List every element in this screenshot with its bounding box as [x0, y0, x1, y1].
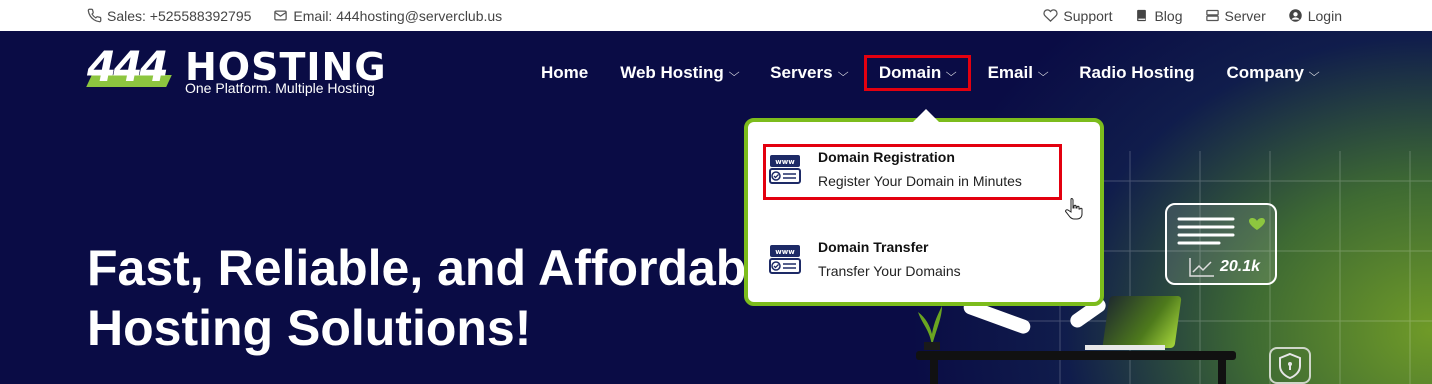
- shield-icon: [1279, 352, 1301, 380]
- hero-headline: Fast, Reliable, and Affordable Hosting S…: [87, 238, 788, 358]
- headline-line-2: Hosting Solutions!: [87, 300, 532, 356]
- domain-dropdown-menu: www Domain Registration Register Your Do…: [744, 109, 1104, 306]
- phone-icon: [87, 8, 102, 23]
- nav-label: Email: [987, 63, 1033, 82]
- nav-company[interactable]: Company ⌵: [1211, 57, 1335, 89]
- nav-label: Radio Hosting: [1079, 63, 1195, 82]
- stat-card: 20.1k: [1165, 203, 1277, 285]
- heart-icon: [1043, 9, 1059, 22]
- hand-pointer-cursor-icon: [1065, 198, 1083, 220]
- server-label: Server: [1224, 7, 1266, 24]
- dropdown-caret: [913, 109, 939, 122]
- menu-item-subtitle: Register Your Domain in Minutes: [818, 173, 1022, 189]
- chevron-down-icon: ⌵: [945, 66, 957, 79]
- logo-tagline: One Platform. Multiple Hosting: [185, 80, 375, 96]
- menu-item-domain-transfer[interactable]: www Domain Transfer Transfer Your Domain…: [768, 238, 961, 280]
- nav-label: Web Hosting: [620, 63, 724, 82]
- plant-illustration: [918, 306, 942, 350]
- blog-label: Blog: [1154, 7, 1183, 24]
- login-label: Login: [1307, 7, 1342, 24]
- utility-links: Support Blog Server Login: [1043, 0, 1342, 31]
- login-link[interactable]: Login: [1288, 8, 1342, 24]
- laptop-base: [1085, 345, 1165, 350]
- nav-servers[interactable]: Servers ⌵: [754, 57, 863, 89]
- nav-label: Company: [1226, 63, 1304, 82]
- nav-label: Domain: [878, 63, 942, 82]
- menu-item-text: Domain Transfer Transfer Your Domains: [818, 238, 961, 280]
- envelope-icon: [274, 10, 288, 21]
- server-link[interactable]: Server: [1205, 8, 1266, 24]
- email-text: Email: 444hosting@serverclub.us: [293, 7, 503, 24]
- chevron-down-icon: ⌵: [728, 66, 740, 79]
- sales-phone-text: Sales: +525588392795: [107, 7, 252, 24]
- top-utility-bar: Sales: +525588392795 Email: 444hosting@s…: [0, 0, 1432, 31]
- trend-icon: [1189, 258, 1214, 277]
- nav-radio-hosting[interactable]: Radio Hosting: [1063, 57, 1210, 89]
- menu-item-domain-registration[interactable]: www Domain Registration Register Your Do…: [768, 148, 1022, 190]
- email-link[interactable]: Email: 444hosting@serverclub.us: [273, 8, 502, 24]
- user-circle-icon: [1288, 9, 1302, 22]
- nav-home[interactable]: Home: [525, 57, 604, 89]
- chevron-down-icon: ⌵: [837, 66, 849, 79]
- www-domain-icon: www: [769, 155, 801, 184]
- www-domain-icon: www: [769, 245, 801, 274]
- sales-phone-link[interactable]: Sales: +525588392795: [87, 8, 251, 24]
- svg-text:www: www: [775, 248, 795, 256]
- support-link[interactable]: Support: [1043, 8, 1112, 24]
- nav-web-hosting[interactable]: Web Hosting ⌵: [604, 57, 754, 89]
- chevron-down-icon: ⌵: [1308, 66, 1320, 79]
- menu-item-subtitle: Transfer Your Domains: [818, 263, 961, 279]
- laptop-illustration: [1102, 296, 1182, 348]
- nav-label: Servers: [770, 63, 833, 82]
- nav-email[interactable]: Email ⌵: [972, 57, 1064, 89]
- headline-line-1: Fast, Reliable, and Affordable: [87, 240, 789, 296]
- menu-item-text: Domain Registration Register Your Domain…: [818, 148, 1022, 190]
- main-navigation: Home Web Hosting ⌵ Servers ⌵ Domain ⌵ Em…: [525, 31, 1334, 115]
- server-icon: [1205, 9, 1219, 22]
- support-label: Support: [1063, 7, 1113, 24]
- desk-leg: [930, 360, 938, 384]
- menu-item-title: Domain Transfer: [818, 239, 929, 255]
- site-logo[interactable]: 444 HOSTING One Platform. Multiple Hosti…: [86, 42, 399, 97]
- svg-text:www: www: [775, 158, 795, 166]
- shield-card: [1269, 347, 1311, 384]
- text-lines-icon: [1177, 217, 1265, 245]
- book-icon: [1137, 9, 1147, 22]
- blog-link[interactable]: Blog: [1134, 7, 1183, 24]
- logo-number: 444: [87, 42, 169, 91]
- chevron-down-icon: ⌵: [1037, 66, 1049, 79]
- desk-illustration: [916, 351, 1236, 360]
- stat-value: 20.1k: [1220, 258, 1261, 275]
- nav-domain[interactable]: Domain ⌵: [863, 55, 971, 91]
- menu-item-title: Domain Registration: [818, 149, 955, 165]
- contact-info: Sales: +525588392795 Email: 444hosting@s…: [87, 0, 502, 31]
- nav-label: Home: [541, 63, 589, 82]
- desk-leg: [1218, 360, 1226, 384]
